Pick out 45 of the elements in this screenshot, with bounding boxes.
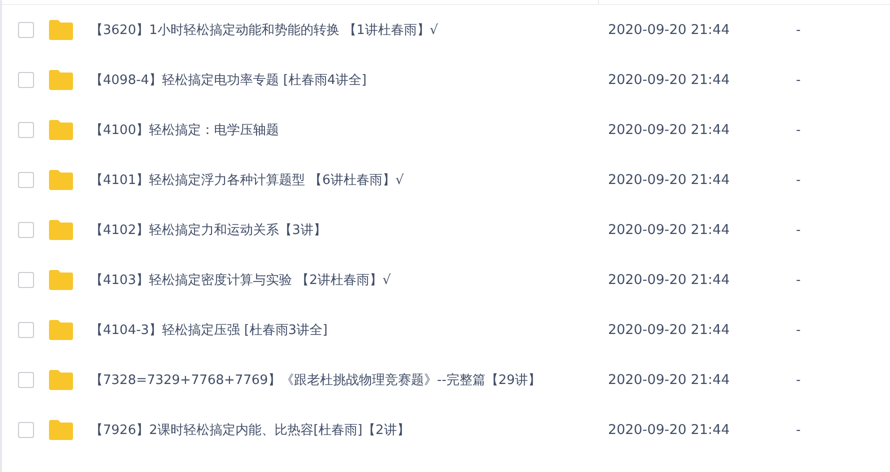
checkbox[interactable] bbox=[18, 422, 34, 438]
checkbox[interactable] bbox=[18, 272, 34, 288]
folder-icon bbox=[48, 319, 74, 341]
modified-date: 2020-09-20 21:44 bbox=[608, 172, 731, 188]
modified-date: 2020-09-20 21:44 bbox=[608, 22, 731, 38]
file-size: - bbox=[796, 322, 801, 338]
file-size: - bbox=[796, 422, 801, 438]
checkbox[interactable] bbox=[18, 172, 34, 188]
checkbox[interactable] bbox=[18, 322, 34, 338]
checkbox[interactable] bbox=[18, 372, 34, 388]
file-size: - bbox=[796, 172, 801, 188]
file-size: - bbox=[796, 272, 801, 288]
file-size: - bbox=[796, 372, 801, 388]
modified-date: 2020-09-20 21:44 bbox=[608, 222, 731, 238]
folder-icon bbox=[48, 269, 74, 291]
folder-icon bbox=[48, 169, 74, 191]
file-name[interactable]: 【4103】轻松搞定密度计算与实验 【2讲杜春雨】√ bbox=[90, 271, 608, 289]
folder-icon bbox=[48, 219, 74, 241]
file-size: - bbox=[796, 122, 801, 138]
file-name[interactable]: 【7926】2课时轻松搞定内能、比热容[杜春雨]【2讲】 bbox=[90, 421, 608, 439]
modified-date: 2020-09-20 21:44 bbox=[608, 322, 731, 338]
folder-icon bbox=[48, 369, 74, 391]
file-name[interactable]: 【4098-4】轻松搞定电功率专题 [杜春雨4讲全] bbox=[90, 71, 608, 89]
file-name[interactable]: 【3620】1小时轻松搞定动能和势能的转换 【1讲杜春雨】√ bbox=[90, 21, 608, 39]
modified-date: 2020-09-20 21:44 bbox=[608, 72, 731, 88]
folder-icon bbox=[48, 119, 74, 141]
checkbox[interactable] bbox=[18, 72, 34, 88]
file-name[interactable]: 【4102】轻松搞定力和运动关系【3讲】 bbox=[90, 221, 608, 239]
folder-icon bbox=[48, 419, 74, 441]
file-name[interactable]: 【4101】轻松搞定浮力各种计算题型 【6讲杜春雨】√ bbox=[90, 171, 608, 189]
checkbox[interactable] bbox=[18, 22, 34, 38]
file-size: - bbox=[796, 222, 801, 238]
folder-icon bbox=[48, 69, 74, 91]
file-name[interactable]: 【7328=7329+7768+7769】《跟老杜挑战物理竞赛题》--完整篇【29讲】 bbox=[90, 371, 608, 389]
modified-date: 2020-09-20 21:44 bbox=[608, 272, 731, 288]
file-name[interactable]: 【4104-3】轻松搞定压强 [杜春雨3讲全] bbox=[90, 321, 608, 339]
checkbox[interactable] bbox=[18, 122, 34, 138]
file-name[interactable]: 【4100】轻松搞定：电学压轴题 bbox=[90, 121, 608, 139]
checkbox[interactable] bbox=[18, 222, 34, 238]
folder-icon bbox=[48, 19, 74, 41]
file-size: - bbox=[796, 22, 801, 38]
modified-date: 2020-09-20 21:44 bbox=[608, 422, 731, 438]
modified-date: 2020-09-20 21:44 bbox=[608, 372, 731, 388]
file-size: - bbox=[796, 72, 801, 88]
modified-date: 2020-09-20 21:44 bbox=[608, 122, 731, 138]
